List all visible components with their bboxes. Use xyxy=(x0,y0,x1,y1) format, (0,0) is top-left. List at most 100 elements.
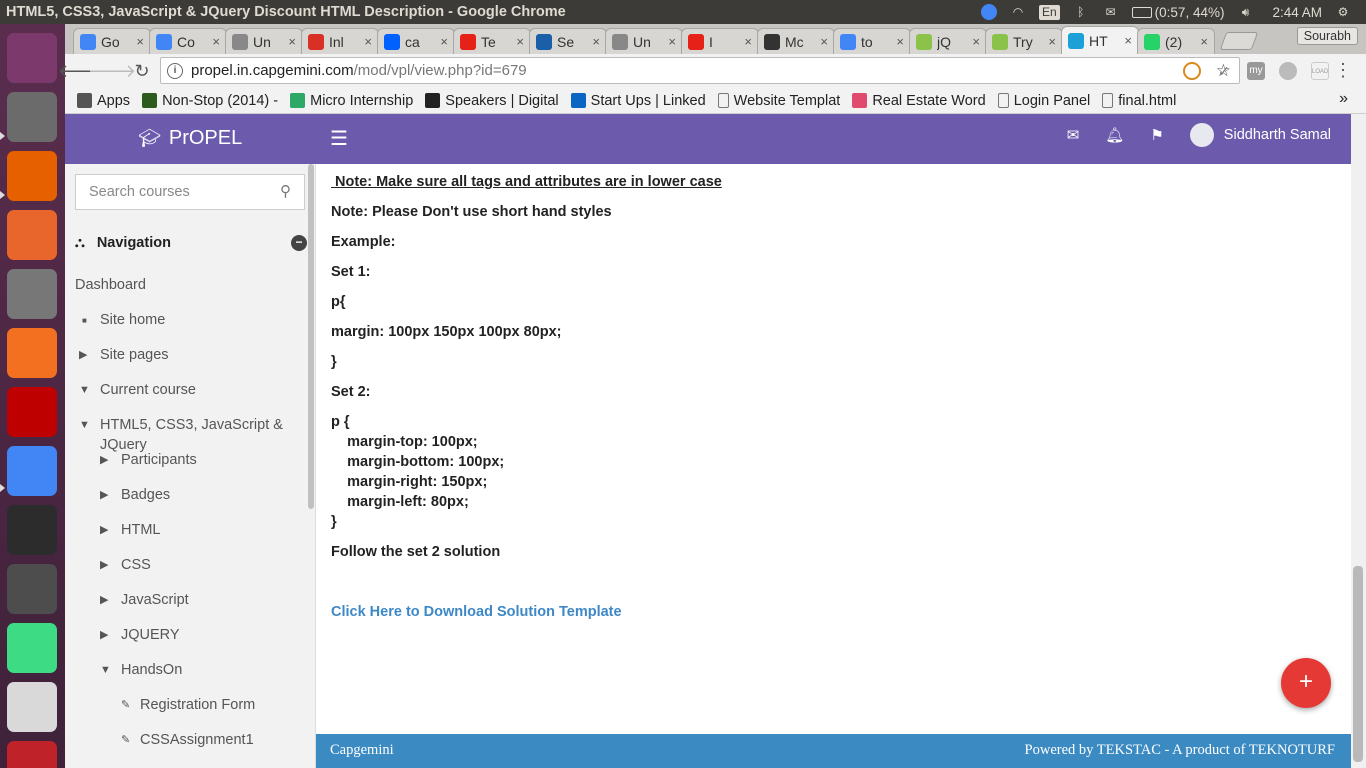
browser-tab[interactable]: I × xyxy=(681,28,759,54)
browser-tab[interactable]: Mc × xyxy=(757,28,835,54)
chrome-menu-icon[interactable]: ⋮ xyxy=(1334,60,1352,81)
bookmark-item[interactable]: Website Templat xyxy=(717,93,840,109)
close-tab-icon[interactable]: × xyxy=(364,34,372,49)
expand-arrow-icon[interactable]: ▶ xyxy=(100,592,121,609)
browser-tab[interactable]: Inl × xyxy=(301,28,379,54)
browser-tab[interactable]: Se × xyxy=(529,28,607,54)
nav-item[interactable]: ▶ Site pages xyxy=(79,347,169,364)
page-scrollbar-thumb[interactable] xyxy=(1353,566,1363,762)
extension-load-icon[interactable]: LOAD xyxy=(1311,62,1329,80)
add-floating-button[interactable]: + xyxy=(1281,658,1331,708)
nav-item[interactable]: ▶ JavaScript xyxy=(100,592,189,609)
nav-item[interactable]: ▶ CSS xyxy=(100,557,151,574)
close-tab-icon[interactable]: × xyxy=(972,34,980,49)
extension-my-icon[interactable]: my xyxy=(1247,62,1265,80)
profile-button[interactable]: Sourabh xyxy=(1296,27,1358,45)
close-tab-icon[interactable]: × xyxy=(288,34,296,49)
nav-item[interactable]: ▶ HTML xyxy=(100,522,160,539)
bookmark-item[interactable]: final.html xyxy=(1102,93,1176,109)
close-tab-icon[interactable]: × xyxy=(592,34,600,49)
menu-toggle-icon[interactable]: ☰ xyxy=(330,126,348,151)
collapse-arrow-icon[interactable]: ▼ xyxy=(79,382,100,399)
firefox-icon[interactable] xyxy=(7,151,57,201)
nav-item[interactable]: ✎ Registration Form xyxy=(121,697,255,714)
info-icon[interactable]: i xyxy=(167,62,183,79)
close-tab-icon[interactable]: × xyxy=(516,34,524,49)
bookmark-item[interactable]: Micro Internship xyxy=(290,93,413,109)
expand-arrow-icon[interactable]: ▶ xyxy=(79,347,100,364)
more-bookmarks-icon[interactable]: » xyxy=(1339,90,1348,108)
forward-button[interactable]: 🡒 xyxy=(88,56,136,86)
browser-tab[interactable]: Co × xyxy=(149,28,227,54)
chrome-tray-icon[interactable] xyxy=(980,4,997,20)
collapse-arrow-icon[interactable]: ▼ xyxy=(79,417,100,434)
browser-tab[interactable]: to × xyxy=(833,28,911,54)
bookmark-item[interactable]: Real Estate Word xyxy=(852,93,986,109)
nav-item[interactable]: Dashboard xyxy=(75,277,146,293)
bookmark-item[interactable]: Apps xyxy=(77,93,130,109)
bluetooth-icon[interactable]: ᛒ xyxy=(1072,4,1090,20)
close-tab-icon[interactable]: × xyxy=(744,34,752,49)
new-tab-button[interactable] xyxy=(1219,32,1259,50)
extension-orange-icon[interactable] xyxy=(1183,62,1201,80)
battery-indicator[interactable]: (0:57, 44%) xyxy=(1131,5,1224,20)
collapse-block-icon[interactable]: − xyxy=(291,235,307,251)
bookmark-item[interactable]: Speakers | Digital xyxy=(425,93,559,109)
address-bar[interactable]: i propel.in.capgemini.com/mod/vpl/view.p… xyxy=(160,57,1240,84)
expand-arrow-icon[interactable]: ▶ xyxy=(100,487,121,504)
close-tab-icon[interactable]: × xyxy=(212,34,220,49)
wifi-icon[interactable]: ◠ xyxy=(1009,4,1027,20)
close-tab-icon[interactable]: × xyxy=(1200,34,1208,49)
collapse-arrow-icon[interactable]: ▼ xyxy=(100,662,121,679)
android-studio-icon[interactable] xyxy=(7,623,57,673)
nav-item[interactable]: ▼ HTML5, CSS3, JavaScript & JQuery xyxy=(79,417,283,455)
search-courses-input[interactable]: Search courses ⚲ xyxy=(75,174,305,210)
close-tab-icon[interactable]: × xyxy=(668,34,676,49)
volume-icon[interactable]: 🔊︎ xyxy=(1236,4,1254,20)
user-name[interactable]: Siddharth Samal xyxy=(1224,127,1331,143)
expand-arrow-icon[interactable]: ▶ xyxy=(100,452,121,469)
nav-item[interactable]: ▼ HandsOn xyxy=(100,662,182,679)
system-settings-icon[interactable] xyxy=(7,269,57,319)
browser-tab[interactable]: Te × xyxy=(453,28,531,54)
download-solution-template-link[interactable]: Click Here to Download Solution Template xyxy=(331,604,622,620)
expand-arrow-icon[interactable]: ▶ xyxy=(100,522,121,539)
mail-icon[interactable]: ✉ xyxy=(1102,4,1120,20)
bookmark-item[interactable]: Login Panel xyxy=(997,93,1090,109)
extension-shape-icon[interactable] xyxy=(1279,62,1297,80)
xampp-icon[interactable] xyxy=(7,328,57,378)
browser-tab[interactable]: Go × xyxy=(73,28,151,54)
nav-item[interactable]: ▼ Current course xyxy=(79,382,196,399)
nav-item[interactable]: ▶ JQUERY xyxy=(100,627,180,644)
clock[interactable]: 2:44 AM xyxy=(1272,5,1322,20)
close-tab-icon[interactable]: × xyxy=(136,34,144,49)
user-avatar[interactable] xyxy=(1189,123,1214,147)
close-tab-icon[interactable]: × xyxy=(440,34,448,49)
software-center-icon[interactable] xyxy=(7,210,57,260)
keyboard-language-indicator[interactable]: En xyxy=(1038,4,1060,20)
bookmark-item[interactable]: Start Ups | Linked xyxy=(570,93,706,109)
nav-item[interactable]: ■ Site home xyxy=(79,312,165,329)
ubuntu-dash-icon[interactable] xyxy=(7,33,57,83)
nav-item[interactable]: ▶ Badges xyxy=(100,487,170,504)
nav-item[interactable]: ✎ CSSAssignment1 xyxy=(121,732,254,749)
browser-tab[interactable]: Un × xyxy=(225,28,303,54)
close-tab-icon[interactable]: × xyxy=(820,34,828,49)
expand-arrow-icon[interactable]: ▶ xyxy=(100,627,121,644)
files-icon[interactable] xyxy=(7,92,57,142)
chrome-icon[interactable] xyxy=(7,446,57,496)
filezilla-icon[interactable] xyxy=(7,387,57,437)
sublime-text-icon[interactable] xyxy=(7,564,57,614)
document-viewer-icon[interactable] xyxy=(7,682,57,732)
bookmark-item[interactable]: Non-Stop (2014) - xyxy=(142,93,278,109)
nav-item[interactable]: ▶ Participants xyxy=(100,452,197,469)
browser-tab[interactable]: Try × xyxy=(985,28,1063,54)
close-tab-icon[interactable]: × xyxy=(896,34,904,49)
reload-button[interactable]: ↻ xyxy=(127,56,157,86)
browser-tab[interactable]: ca × xyxy=(377,28,455,54)
page-scrollbar[interactable] xyxy=(1351,114,1366,768)
sidebar-scrollbar[interactable] xyxy=(308,164,314,509)
browser-tab[interactable]: jQ × xyxy=(909,28,987,54)
site-brand[interactable]: 🎓︎ PrOPEL xyxy=(138,127,242,150)
browser-tab[interactable]: Un × xyxy=(605,28,683,54)
